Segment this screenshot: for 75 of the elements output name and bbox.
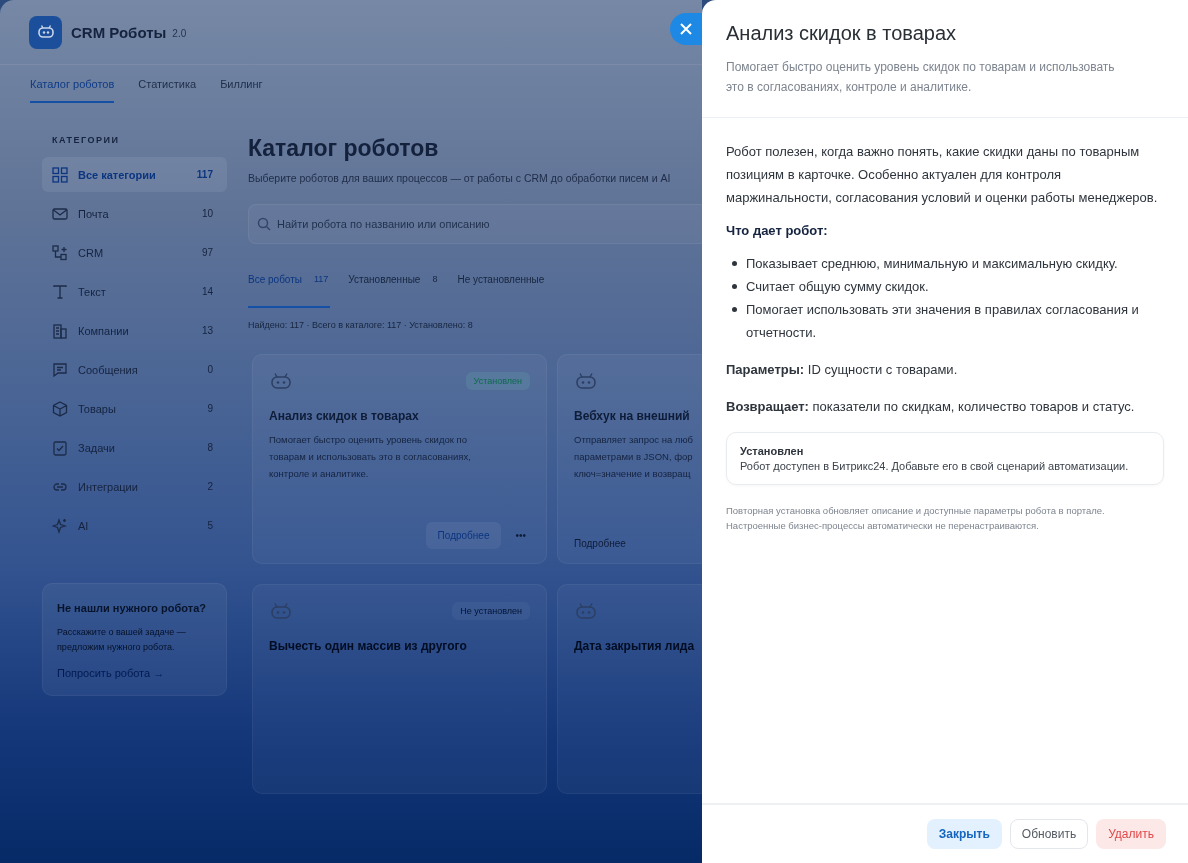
app-title: CRM Роботы [71,23,167,41]
bullet-icon [732,284,737,289]
category-item[interactable]: Текст 14 [42,274,227,309]
version-label: 2.0 [172,28,187,39]
panel-subtitle: Помогает быстро оценить уровень скидок по товарам и использовать это в согласованиях, контроле и аналитике. [726,59,1116,96]
status-badge: Не установлен [452,602,530,620]
feature-item: Помогает использовать эти значения в правилах согласования и отчетности. [746,301,1140,342]
status-badge: Установлен [465,372,530,390]
page-subtitle: Выберите роботов для ваших процессов — от работы с CRM до обработки писем и AI [248,172,672,184]
category-item[interactable]: Почта 10 [42,196,227,231]
robot-logo-icon [29,15,62,49]
category-item[interactable]: CRM 97 [42,235,227,270]
description-paragraph: Робот полезен, когда важно понять, какие скидки даны по товарным позициям в карточке. Особенно актуален для контроля маржинальности, согласования условий и оценки работы менеджеров. [726,143,1159,207]
close-icon [680,23,692,35]
checklist-icon [52,439,68,456]
help-text: Расскажите о вашей задаче — предложим нужного робота. [57,626,187,654]
category-item[interactable]: Сообщения 0 [42,352,227,387]
card-description-line: контроле и аналитике. [269,467,370,481]
chat-icon [52,361,68,378]
search-icon [257,217,271,231]
status-text: Робот доступен в Битрикс24. Добавьте его в свой сценарий автоматизации. [740,460,1130,472]
card-description-line: параметрами в JSON, фор [574,450,694,464]
card-title: Дата закрытия лида [574,639,695,653]
card-description-line: ключ=значение и возвращ [574,467,692,481]
robot-icon [269,601,293,621]
robot-icon [574,371,598,391]
nodes-icon [52,244,68,261]
sidebar-heading: КАТЕГОРИИ [51,135,121,145]
parameters-text: Параметры: ID сущности с товарами. [726,361,959,379]
nav-tab[interactable]: Каталог роботов [30,65,115,103]
note-text: Настроенные бизнес-процессы автоматически не перенастраиваются. [726,519,1040,533]
card-description-line: Отправляет запрос на люб [574,433,694,447]
update-button[interactable]: Обновить [1009,819,1089,849]
category-item[interactable]: Все категории 117 [42,157,227,192]
category-item[interactable]: Интеграции 2 [42,469,227,504]
panel-title: Анализ скидок в товарах [726,22,958,45]
close-panel-button[interactable]: Закрыть [926,819,1002,849]
category-item[interactable]: Компании 13 [42,313,227,348]
box-icon [52,400,68,417]
category-item[interactable]: AI 5 [42,508,227,543]
section-heading: Что дает робот: [726,223,829,238]
card-title: Вычесть один массив из другого [269,639,468,653]
letter-icon [52,283,68,300]
returns-text: Возвращает: показатели по скидкам, количество товаров и статус. [726,398,1136,416]
delete-button[interactable]: Удалить [1096,819,1166,849]
card-title: Вебхук на внешний [574,409,691,423]
card-description-line: Помогает быстро оценить уровень скидок по [269,433,468,447]
robot-icon [269,371,293,391]
building-icon [52,322,68,339]
category-item[interactable]: Товары 9 [42,391,227,426]
bullet-icon [732,307,737,312]
feature-item: Считает общую сумму скидок. [746,278,930,296]
details-link[interactable]: Подробнее [574,538,626,549]
card-description-line: товарам и использовать это в согласованиях, [269,450,472,464]
card-title: Анализ скидок в товарах [269,409,420,423]
robot-icon [574,601,598,621]
category-item[interactable]: Задачи 8 [42,430,227,465]
more-button[interactable]: ••• [511,526,530,545]
page-title: Каталог роботов [248,135,440,162]
sparkle-icon [52,517,68,534]
close-button[interactable] [670,13,702,45]
nav-tab[interactable]: Статистика [138,65,197,103]
grid-icon [52,166,68,183]
filter-tab[interactable]: Установленные 8 [348,274,440,308]
help-title: Не нашли нужного робота? [57,601,208,616]
bullet-icon [732,261,737,266]
filter-tab[interactable]: Все роботы 117 [248,274,331,308]
filter-tab[interactable]: Не установленные [457,274,547,308]
details-button[interactable]: Подробнее [425,522,502,549]
feature-item: Показывает среднюю, минимальную и максимальную скидку. [746,255,1119,273]
status-title: Установлен [740,445,805,457]
mail-icon [52,205,68,222]
nav-tab[interactable]: Биллинг [220,65,263,103]
note-text: Повторная установка обновляет описание и доступные параметры робота в портале. [726,504,1106,518]
results-summary: Найдено: 117 · Всего в каталоге: 117 · Установлено: 8 [248,320,474,330]
